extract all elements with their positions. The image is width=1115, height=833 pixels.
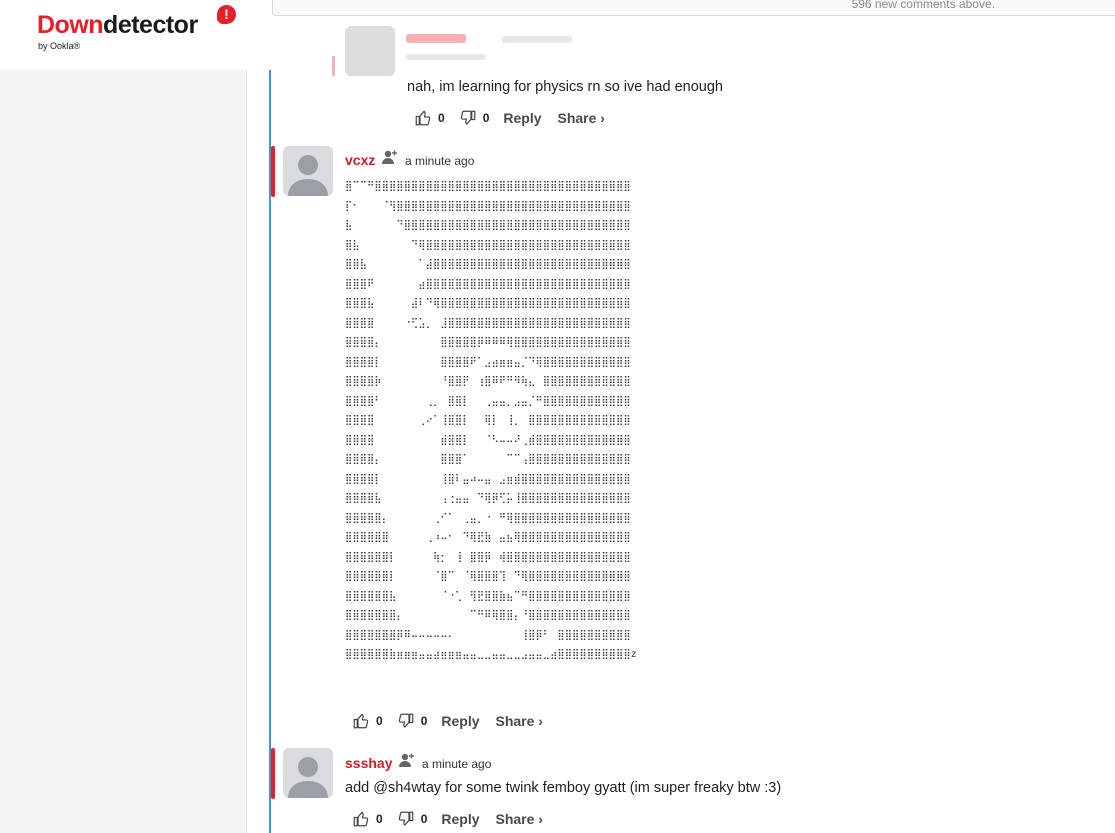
dislike-button[interactable]: 0 bbox=[397, 712, 428, 730]
left-sidebar bbox=[0, 0, 247, 833]
ascii-row: ⣿⣿⣿⣿⣿⣿⠀⠀⠀⠀⠀⢀⠰⠤⠂⠀⠙⢿⣟⣷⠀⣤⣦⢿⣿⣿⣿⣿⣿⣿⣿⣿⣿⣿⣿⣿⣿⣿⣿ bbox=[345, 532, 631, 543]
new-comments-banner[interactable]: 596 new comments above. bbox=[272, 0, 1115, 16]
ascii-row: ⣿⣿⣿⣿⠀⠀⠀⠀⠐⢋⣡⡀⠀⣸⣿⣿⣿⣿⣿⣿⣿⣿⣿⣿⣿⣿⣿⣿⣿⣿⣿⣿⣿⣿⣿⣿⣿⣿⣿ bbox=[345, 317, 631, 329]
comment-actions: 0 0 Reply Share › bbox=[352, 711, 559, 731]
ascii-row: ⣿⣿⣿⣿⣿⣿⡇⠀⠀⠀⠀⠀⠈⣿⠉⠀⠈⢿⣿⣿⣿⢹⠀⠙⢿⣿⣿⣿⣿⣿⣿⣿⣿⣿⣿⣿⣿⣿⣿ bbox=[345, 571, 631, 582]
ascii-row: ⣿⣿⣿⣿⠀⠀⠀⠀⠀⠀⢀⠔⠁⢸⣿⣿⡇⠀⠀⢿⡇⠀⢸⡀⠀⣿⣿⣿⣿⣿⣿⣿⣿⣿⣿⣿⣿⣿⣿ bbox=[345, 415, 631, 426]
avatar[interactable] bbox=[283, 748, 333, 798]
ascii-row: ⣿⣿⣿⣿⡄⠀⠀⠀⠀⠀⠀⠀⠀⣿⣿⣿⠁⠀⠀⠀⠀⠀⠉⠉⢠⣿⣿⣿⣿⣿⣿⣿⣿⣿⣿⣿⣿⣿⣿ bbox=[345, 454, 631, 465]
ascii-row: ⣿⣧⠀⠀⠀⠀⠀⠀⠀⠙⢿⣿⣿⣿⣿⣿⣿⣿⣿⣿⣿⣿⣿⣿⣿⣿⣿⣿⣿⣿⣿⣿⣿⣿⣿⣿⣿⣿⣿ bbox=[345, 239, 631, 251]
comment-marker bbox=[271, 146, 275, 197]
avatar[interactable] bbox=[283, 146, 333, 196]
logo-byline: by Ookla® bbox=[38, 41, 81, 51]
follow-user-icon[interactable] bbox=[381, 149, 399, 165]
avatar-placeholder-icon bbox=[283, 146, 333, 196]
dislike-button[interactable]: 0 bbox=[459, 109, 490, 127]
ascii-row: ⣿⣿⣿⣿⣿⣿⣿⡄⠀⠀⠀⠀⠀⠀⠀⠀⠀⠉⠛⠿⢿⣿⣿⡄⠘⣿⣿⣿⣿⣿⣿⣿⣿⣿⣿⣿⣿⣿⣿ bbox=[345, 610, 631, 621]
comment-actions: 0 0 Reply Share › bbox=[414, 108, 621, 128]
timestamp: a minute ago bbox=[405, 154, 475, 168]
ascii-row: ⣿⠉⠉⠛⣿⣿⣿⣿⣿⣿⣿⣿⣿⣿⣿⣿⣿⣿⣿⣿⣿⣿⣿⣿⣿⣿⣿⣿⣿⣿⣿⣿⣿⣿⣿⣿⣿⣿⣿ bbox=[345, 181, 631, 192]
reply-button[interactable]: Reply bbox=[503, 110, 541, 126]
ascii-row: ⣿⣿⣿⣿⣿⣿⣷⣶⣶⣶⣤⣤⣴⣶⣶⣶⣤⣤⣀⣀⣤⣤⣀⣀⣠⣤⣤⣀⣴⣿⣿⣿⣿⣿⣿⣿⣿⣿⣿z bbox=[345, 649, 637, 660]
dislike-count: 0 bbox=[482, 111, 490, 125]
meta-placeholder bbox=[406, 54, 486, 60]
thumbs-up-icon bbox=[353, 811, 369, 827]
ascii-row: ⣿⣿⣿⣿⡇⠀⠀⠀⠀⠀⠀⠀⠀⣿⣿⣿⣿⠟⠁⣠⣴⣶⣶⣤⡈⠙⢿⣿⣿⣿⣿⣿⣿⣿⣿⣿⣿⣿⣿ bbox=[345, 356, 631, 368]
ascii-row: ⣿⣿⣿⣿⣿⣿⣧⠀⠀⠀⠀⠀⠀⠈⠐⢁⠀⢻⣟⣿⣿⣷⣦⠉⠛⣿⣿⣿⣿⣿⣿⣿⣿⣿⣿⣿⣿⣿⣿ bbox=[345, 590, 631, 602]
ascii-row: ⣿⣿⣿⣿⣿⣿⣿⡿⠿⠤⠤⠤⠤⠤⠄⠀⠀⠀⠀⠀⠀⠀⠀⠀⢸⣿⡿⠃⠀⣿⣿⣿⣿⣿⣿⣿⣿⣿⣿ bbox=[345, 629, 631, 641]
thumbs-up-icon bbox=[415, 110, 431, 126]
ascii-row: ⣿⣿⣿⣿⠀⠀⠀⠀⠀⠀⠀⠀⠀⣾⣿⣿⡇⠀⠀⠈⠣⠤⠤⠜⢀⣾⣿⣿⣿⣿⣿⣿⣿⣿⣿⣿⣿⣿⣿ bbox=[345, 434, 631, 446]
thumbs-down-icon bbox=[460, 110, 476, 125]
ascii-row: ⣿⣿⣿⣿⠃⠀⠀⠀⠀⠀⠀⢀⡀⠀⣿⣿⡇⠀⠀⢀⣤⣤⡀⣠⣤⡈⠛⣿⣿⣿⣿⣿⣿⣿⣿⣿⣿⣿⣿ bbox=[345, 395, 631, 407]
comment-marker bbox=[271, 748, 275, 799]
thumbs-down-icon bbox=[398, 811, 414, 826]
logo[interactable]: Downdetector ! by Ookla® bbox=[0, 0, 272, 70]
reply-button[interactable]: Reply bbox=[441, 713, 479, 729]
share-button[interactable]: Share › bbox=[496, 811, 543, 827]
username[interactable]: ssshay bbox=[345, 755, 392, 771]
ascii-art-comment-body: ⣿⠉⠉⠛⣿⣿⣿⣿⣿⣿⣿⣿⣿⣿⣿⣿⣿⣿⣿⣿⣿⣿⣿⣿⣿⣿⣿⣿⣿⣿⣿⣿⣿⣿⣿⣿⣿⣿⣿ ⡏… bbox=[345, 177, 637, 665]
avatar bbox=[345, 26, 395, 76]
comment-body: nah, im learning for physics rn so ive h… bbox=[407, 79, 723, 95]
ascii-row: ⣿⣿⣧⠀⠀⠀⠀⠀⠀⠀⠁⣼⣿⣿⣿⣿⣿⣿⣿⣿⣿⣿⣿⣿⣿⣿⣿⣿⣿⣿⣿⣿⣿⣿⣿⣿⣿⣿⣿ bbox=[345, 259, 631, 270]
timestamp: a minute ago bbox=[422, 757, 492, 771]
comment-body: add @sh4wtay for some twink femboy gyatt… bbox=[345, 780, 782, 796]
avatar-placeholder-icon bbox=[283, 748, 333, 798]
ascii-row: ⣿⣿⣿⣿⣧⠀⠀⠀⠀⠀⠀⠀⠀⢠⢐⣤⣤⠀⠙⢿⡿⢋⡥⢸⣿⣿⣿⣿⣿⣿⣿⣿⣿⣿⣿⣿⣿⣿⣿ bbox=[345, 493, 631, 504]
reply-button[interactable]: Reply bbox=[441, 811, 479, 827]
ascii-row: ⣿⣿⣿⣿⣿⣿⡇⠀⠀⠀⠀⠀⢷⡂⠀⢸⠀⣿⣿⡿⠀⢾⣿⣿⣿⣿⣿⣿⣿⣿⣿⣿⣿⣿⣿⣿⣿⣿⣿ bbox=[345, 551, 631, 563]
timestamp-placeholder bbox=[502, 36, 572, 43]
thumbs-up-icon bbox=[353, 713, 369, 729]
like-button[interactable]: 0 bbox=[414, 109, 445, 127]
ascii-row: ⣧⠀⠀⠀⠀⠀⠀⠙⣿⣿⣿⣿⣿⣿⣿⣿⣿⣿⣿⣿⣿⣿⣿⣿⣿⣿⣿⣿⣿⣿⣿⣿⣿⣿⣿⣿⣿⣿⣿ bbox=[345, 220, 631, 231]
like-count: 0 bbox=[438, 111, 445, 125]
like-button[interactable]: 0 bbox=[352, 712, 383, 730]
follow-user-icon[interactable] bbox=[398, 752, 416, 768]
logo-exclamation-icon: ! bbox=[217, 5, 236, 24]
dislike-count: 0 bbox=[420, 714, 428, 728]
ascii-row: ⣿⣿⣿⣿⡄⠀⠀⠀⠀⠀⠀⠀⠀⣿⣿⣿⣿⣿⡿⠿⠿⠿⢿⣿⣿⣿⣿⣿⣿⣿⣿⣿⣿⣿⣿⣿⣿⣿⣿ bbox=[345, 337, 631, 348]
share-button[interactable]: Share › bbox=[496, 713, 543, 729]
username-placeholder bbox=[406, 34, 466, 43]
logo-wordmark: Downdetector bbox=[37, 11, 198, 39]
like-button[interactable]: 0 bbox=[352, 810, 383, 828]
ascii-row: ⣿⣿⣿⣿⡷⠀⠀⠀⠀⠀⠀⠀⠀⠘⣿⣿⡟⠀⢰⣿⠿⠟⠛⠻⢷⣄⠀⣿⣿⣿⣿⣿⣿⣿⣿⣿⣿⣿⣿ bbox=[345, 376, 631, 387]
like-count: 0 bbox=[376, 812, 383, 826]
comment-actions: 0 0 Reply Share › bbox=[352, 809, 559, 829]
previous-comment-header bbox=[332, 26, 592, 78]
ascii-row: ⡏⠂⠀⠀⠀⠈⢻⣿⣿⣿⣿⣿⣿⣿⣿⣿⣿⣿⣿⣿⣿⣿⣿⣿⣿⣿⣿⣿⣿⣿⣿⣿⣿⣿⣿⣿⣿⣿⣿ bbox=[345, 200, 631, 212]
comment-marker bbox=[332, 56, 335, 76]
dislike-button[interactable]: 0 bbox=[397, 810, 428, 828]
new-comments-text: 596 new comments above. bbox=[851, 0, 995, 11]
ascii-row: ⣿⣿⣿⠟⠀⠀⠀⠀⠀⠀⣴⣿⣿⣿⣿⣿⣿⣿⣿⣿⣿⣿⣿⣿⣿⣿⣿⣿⣿⣿⣿⣿⣿⣿⣿⣿⣿⣿⣿ bbox=[345, 278, 631, 290]
share-button[interactable]: Share › bbox=[558, 110, 605, 126]
thumbs-down-icon bbox=[398, 713, 414, 728]
ascii-row: ⣿⣿⣿⣿⣿⡄⠀⠀⠀⠀⠀⠀⢀⠊⠁⠀⢀⣤⡀⠐⠀⠛⢿⣿⣿⣿⣿⣿⣿⣿⣿⣿⣿⣿⣿⣿⣿⣿⣿ bbox=[345, 512, 631, 524]
ascii-row: ⣿⣿⣿⣧⠀⠀⠀⠀⠀⣼⠇⠙⢿⣿⣿⣿⣿⣿⣿⣿⣿⣿⣿⣿⣿⣿⣿⣿⣿⣿⣿⣿⣿⣿⣿⣿⣿⣿⣿ bbox=[345, 298, 631, 309]
like-count: 0 bbox=[376, 714, 383, 728]
username[interactable]: vcxz bbox=[345, 152, 375, 168]
ascii-row: ⣿⣿⣿⣿⡇⠀⠀⠀⠀⠀⠀⠀⠀⢸⣿⠇⣤⠴⠤⣤⠀⣠⣶⣾⣿⣿⣿⣿⣿⣿⣿⣿⣿⣿⣿⣿⣿⣿⣿ bbox=[345, 473, 631, 485]
dislike-count: 0 bbox=[420, 812, 428, 826]
